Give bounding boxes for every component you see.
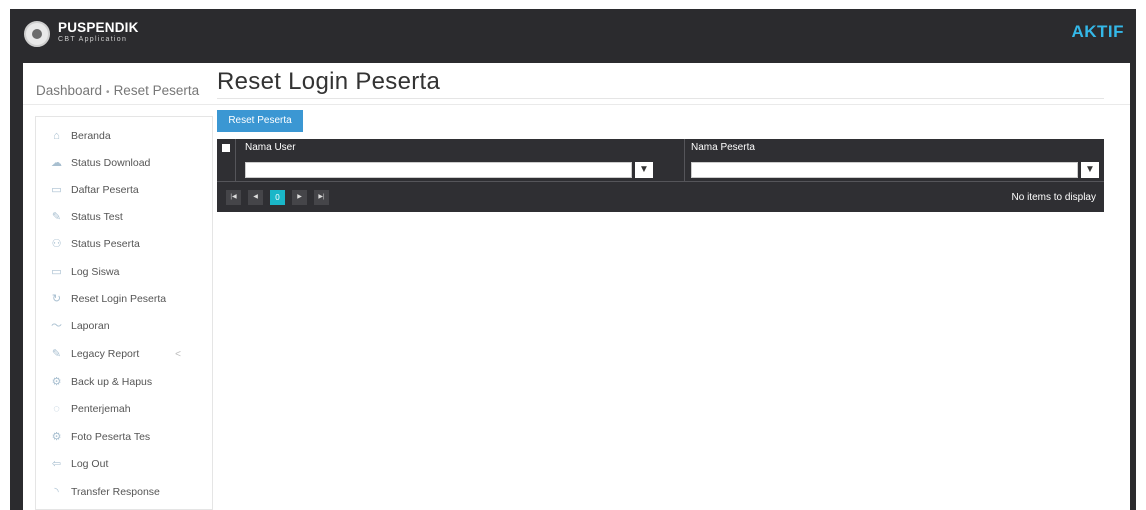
column-header-nama-user[interactable]: Nama User — [245, 139, 296, 157]
sidebar-item-daftar-peserta[interactable]: ▭ Daftar Peserta — [50, 179, 205, 201]
filter-icon[interactable]: ▼ — [1081, 162, 1099, 178]
first-page-icon[interactable]: |◀ — [226, 190, 241, 205]
sidebar-item-foto-peserta-tes[interactable]: ⚙ Foto Peserta Tes — [50, 426, 205, 448]
sidebar-item-label: Foto Peserta Tes — [71, 431, 151, 443]
sidebar-item-label: Status Peserta — [71, 238, 140, 250]
data-grid: Nama User Nama Peserta ▼ ▼ |◀ ◀ 0 ▶ ▶| N… — [217, 139, 1104, 212]
brand-subtitle: CBT Application — [58, 36, 128, 43]
filter-icon[interactable]: ▼ — [635, 162, 653, 178]
sidebar-item-label: Status Test — [71, 211, 123, 223]
empty-status: No items to display — [1011, 192, 1096, 203]
column-header-nama-peserta[interactable]: Nama Peserta — [691, 139, 755, 157]
sidebar-item-label: Legacy Report — [71, 348, 140, 360]
sidebar-item-beranda[interactable]: ⌂ Beranda — [50, 125, 205, 147]
refresh-icon: ↻ — [51, 292, 62, 305]
sidebar-item-transfer-response[interactable]: ◝ Transfer Response — [50, 481, 205, 503]
cloud-download-icon: ☁ — [51, 156, 62, 169]
sidebar-item-label: Reset Login Peserta — [71, 293, 167, 305]
breadcrumb-dashboard[interactable]: Dashboard — [36, 83, 102, 98]
sidebar-item-label: Laporan — [71, 320, 110, 332]
sidebar-item-label: Status Download — [71, 157, 151, 169]
rss-icon: ◝ — [54, 485, 59, 498]
chevron-left-icon[interactable]: < — [175, 349, 181, 360]
logout-icon: ⇦ — [51, 457, 62, 470]
sidebar-item-back-up-hapus[interactable]: ⚙ Back up & Hapus — [50, 371, 205, 393]
sidebar-item-reset-login-peserta[interactable]: ↻ Reset Login Peserta — [50, 288, 205, 310]
sidebar-item-status-peserta[interactable]: ⚇ Status Peserta — [50, 233, 205, 255]
last-page-icon[interactable]: ▶| — [314, 190, 329, 205]
sidebar-item-label: Penterjemah — [71, 403, 131, 415]
sidebar-item-label: Daftar Peserta — [71, 184, 139, 196]
app-window: PUSPENDIK CBT Application AKTIF Dashboar… — [10, 9, 1136, 510]
sidebar-item-penterjemah[interactable]: ◌ Penterjemah — [50, 398, 205, 420]
chat-icon: ◌ — [53, 402, 60, 415]
sidebar-item-status-test[interactable]: ✎ Status Test — [50, 206, 205, 228]
sidebar-item-label: Transfer Response — [71, 486, 160, 498]
sidebar-item-log-out[interactable]: ⇦ Log Out — [50, 453, 205, 475]
breadcrumb-separator: • — [106, 87, 110, 98]
content-area: Dashboard • Reset Peserta ⌂ Beranda ☁ Status… — [23, 63, 1130, 510]
grid-divider — [217, 181, 1104, 182]
breadcrumb: Dashboard • Reset Peserta — [36, 83, 199, 98]
gear-icon: ⚙ — [51, 430, 62, 443]
sidebar-item-legacy-report[interactable]: ✎ Legacy Report < — [50, 343, 205, 365]
sidebar: ⌂ Beranda ☁ Status Download ▭ Daftar Pesert… — [35, 116, 213, 510]
folder-icon: ▭ — [51, 265, 62, 278]
breadcrumb-current: Reset Peserta — [113, 83, 200, 98]
line-chart-icon: 〜 — [51, 319, 62, 332]
puspendik-logo-icon — [24, 21, 50, 47]
sidebar-item-label: Log Siswa — [71, 266, 120, 278]
sidebar-item-label: Log Out — [71, 458, 109, 470]
user-icon: ⚇ — [51, 237, 62, 250]
home-icon: ⌂ — [53, 129, 60, 142]
edit-icon: ✎ — [51, 347, 62, 360]
nama-peserta-filter-input[interactable] — [691, 162, 1078, 178]
select-all-checkbox[interactable] — [222, 144, 230, 152]
sidebar-item-label: Beranda — [71, 130, 111, 142]
nama-user-filter-input[interactable] — [245, 162, 632, 178]
sidebar-item-label: Back up & Hapus — [71, 376, 153, 388]
grid-divider — [684, 139, 685, 181]
page-title: Reset Login Peserta — [217, 68, 441, 95]
current-page-button[interactable]: 0 — [270, 190, 285, 205]
breadcrumb-divider — [23, 104, 1130, 105]
top-bar: PUSPENDIK CBT Application AKTIF — [10, 9, 1136, 59]
grid-divider — [235, 139, 236, 181]
status-badge: AKTIF — [1071, 22, 1124, 41]
sidebar-item-log-siswa[interactable]: ▭ Log Siswa — [50, 261, 205, 283]
prev-page-icon[interactable]: ◀ — [248, 190, 263, 205]
folder-icon: ▭ — [51, 183, 62, 196]
title-divider — [217, 98, 1104, 99]
brand-name: PUSPENDIK — [58, 20, 139, 35]
reset-peserta-button[interactable]: Reset Peserta — [217, 110, 303, 132]
sidebar-item-laporan[interactable]: 〜 Laporan — [50, 315, 205, 337]
sidebar-item-status-download[interactable]: ☁ Status Download — [50, 152, 205, 174]
next-page-icon[interactable]: ▶ — [292, 190, 307, 205]
gear-icon: ⚙ — [51, 375, 62, 388]
edit-icon: ✎ — [51, 210, 62, 223]
